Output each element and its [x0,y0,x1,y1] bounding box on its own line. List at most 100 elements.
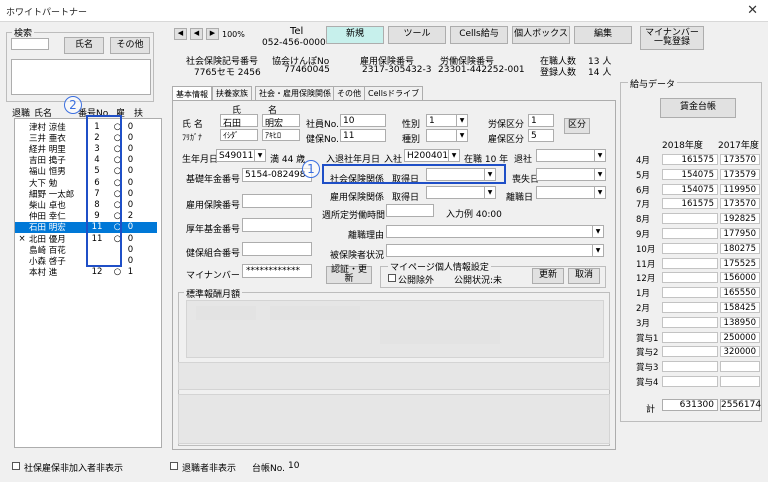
next-record-button[interactable]: ▶ [206,28,219,40]
empno-field[interactable]: 10 [340,114,386,127]
rishoku-select[interactable]: ▼ [536,186,606,199]
salary-2018-cell[interactable]: 154075 [662,183,718,195]
highlight-number-column [86,115,122,267]
first-kana-field[interactable]: ｱｷﾋﾛ [262,129,300,141]
salary-2018-cell[interactable]: 161575 [662,198,718,210]
salary-2017-cell[interactable]: 156000 [720,272,760,284]
tool-button[interactable]: ツール [388,26,446,44]
salary-2017-cell[interactable]: 165550 [720,287,760,299]
salary-month: 8月 [636,215,650,226]
salary-2018-cell[interactable]: 154075 [662,168,718,180]
wage-ledger-button[interactable]: 賃金台帳 [660,98,736,118]
kenpono-field[interactable]: 11 [340,129,386,142]
close-icon[interactable]: ✕ [747,3,758,18]
sex-value: 1 [429,116,435,126]
toroku-label: 登録人数 [540,68,577,78]
koyo-kubun-field[interactable]: 5 [528,129,554,142]
salary-2017-cell[interactable]: 180275 [720,242,760,254]
chevron-down-icon: ▼ [594,169,605,180]
soshitsu-label: 喪失日 [512,175,540,185]
tab-basic-info[interactable]: 基本情報 [172,86,212,101]
salary-month: 3月 [636,318,650,329]
mypage-update-button[interactable]: 更新 [532,268,564,284]
salary-2017-cell[interactable]: 175525 [720,257,760,269]
taisha-date-select[interactable]: ▼ [536,149,606,162]
tab-dependents[interactable]: 扶養家族 [212,86,252,100]
salary-2018-cell[interactable] [662,287,718,299]
koyo-no-field[interactable] [242,194,312,208]
salary-2018-cell[interactable] [662,228,718,239]
public-exclude-checkbox[interactable] [388,274,396,282]
salary-2018-cell[interactable] [662,257,718,269]
salary-2017-cell[interactable]: 138950 [720,316,760,328]
salary-2017-cell[interactable]: 173570 [720,198,760,210]
salary-2017-cell[interactable]: 158425 [720,302,760,313]
hide-retiree-checkbox[interactable] [170,462,178,470]
salary-2017-cell[interactable]: 119950 [720,183,760,195]
prev-record-button[interactable]: ◀ [190,28,203,40]
salary-2017-cell[interactable]: 192825 [720,213,760,225]
salary-2018-cell[interactable] [662,242,718,254]
input-example: 入力例 40:00 [446,210,502,220]
salary-2017-cell[interactable] [720,361,760,373]
salary-2018-cell[interactable] [662,213,718,225]
salary-2017-cell[interactable]: 250000 [720,331,760,343]
salary-2018-cell[interactable] [662,361,718,373]
other-search-button[interactable]: その他 [110,37,150,54]
list-item[interactable]: 本村 進 12 ○ 1 [15,267,157,278]
join-date-select[interactable]: H200401 ▼ [404,149,460,162]
edit-button[interactable]: 編集 [574,26,632,44]
salary-month: 10月 [636,244,656,255]
salary-2017-cell[interactable]: 177950 [720,228,760,239]
salary-2018-cell[interactable] [662,302,718,313]
salary-2018-cell[interactable] [662,331,718,343]
fuyo-count: 0 [127,166,134,177]
shubetsu-select[interactable]: ▼ [426,129,468,142]
new-button[interactable]: 新規 [326,26,384,44]
salary-2018-cell[interactable] [662,316,718,328]
koyo-shutoku-select[interactable]: ▼ [426,186,496,199]
salary-2018-cell[interactable] [662,376,718,387]
salary-2018-cell[interactable] [662,346,718,358]
tab-other[interactable]: その他 [333,86,365,100]
hide-uninsured-checkbox[interactable] [12,462,20,470]
salary-2017-cell[interactable]: 173579 [720,168,760,180]
rodo-number: 23301-442252-001 [438,65,525,75]
first-record-button[interactable]: ◀ [174,28,187,40]
tab-cells-drive[interactable]: Cellsドライブ [364,86,424,100]
salary-2017-cell[interactable]: 173570 [720,154,760,165]
total-2018: 631300 [662,399,718,411]
weekly-hours-field[interactable] [386,204,434,217]
kenpo-kumiai-field[interactable] [242,242,312,256]
weekly-hours-label: 週所定労働時間 [322,211,386,221]
kosei-field[interactable] [242,218,312,232]
search-input[interactable] [11,38,49,50]
salary-2018-cell[interactable] [662,272,718,284]
employee-name: 仲田 幸仁 [29,212,66,223]
last-name-field[interactable]: 石田 [220,114,258,129]
retired-mark: × [18,233,26,244]
salary-2017-cell[interactable]: 320000 [720,346,760,358]
salary-2018-cell[interactable]: 161575 [662,154,718,165]
mynumber-register-button[interactable]: マイナンバー 一覧登録 [640,26,704,50]
sex-select[interactable]: 1 ▼ [426,114,468,127]
rodo-kubun-field[interactable]: 1 [528,114,554,127]
cells-pay-button[interactable]: Cells給与 [450,26,508,44]
mypage-cancel-button[interactable]: 取消 [568,268,600,284]
birth-select[interactable]: S490110 ▼ [216,149,266,162]
ninsho-update-button[interactable]: 認証・更新 [326,265,372,284]
highlight-shakai-rel [322,164,506,184]
personal-box-button[interactable]: 個人ボックス [512,26,570,44]
tab-insurance[interactable]: 社会・雇用保険関係 [255,86,335,100]
mynumber-field[interactable]: ************ [242,264,312,278]
name-search-button[interactable]: 氏名 [64,37,104,54]
search-results-box[interactable] [11,59,151,95]
last-kana-field[interactable]: ｲｼﾀﾞ [220,129,258,141]
soshitsu-select[interactable]: ▼ [536,168,606,181]
first-name-field[interactable]: 明宏 [262,114,300,129]
rishoku-reason-select[interactable]: ▼ [386,225,604,238]
salary-month: 12月 [636,274,656,285]
salary-2017-cell[interactable] [720,376,760,387]
hihoken-select[interactable]: ▼ [386,244,604,257]
kubun-button[interactable]: 区分 [564,118,590,134]
